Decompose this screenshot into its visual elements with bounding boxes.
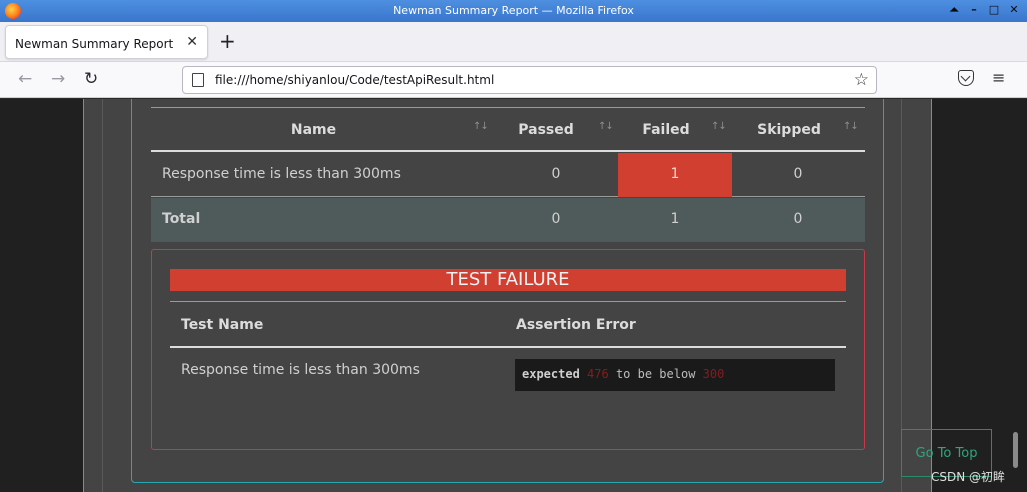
window-controls: ⏶ – □ ✕ [947, 3, 1021, 17]
navigation-bar: ← → ↻ file:///home/shiyanlou/Code/testAp… [0, 62, 1027, 98]
column-header-passed[interactable]: Passed [506, 122, 586, 138]
table-header-row: Name ↑↓ Passed ↑↓ Failed ↑↓ Skipped ↑↓ [151, 108, 865, 152]
total-label: Total [162, 211, 201, 227]
test-failure-panel: TEST FAILURE Test Name Assertion Error R… [151, 249, 865, 450]
test-failure-banner: TEST FAILURE [170, 269, 846, 291]
maximize-window-button[interactable]: □ [987, 3, 1001, 17]
table-divider [170, 346, 846, 348]
sort-icon[interactable]: ↑↓ [843, 121, 859, 132]
column-header-failed[interactable]: Failed [626, 122, 706, 138]
new-tab-button[interactable]: + [219, 31, 236, 51]
row-failed-cell: 1 [670, 166, 680, 182]
tab-label: Newman Summary Report [15, 37, 174, 51]
total-failed-cell: 1 [670, 211, 680, 227]
page-scrollbar[interactable] [1013, 432, 1018, 468]
tab-newman-summary-report[interactable]: Newman Summary Report ✕ [5, 25, 208, 59]
assertion-limit-value: 300 [702, 367, 725, 381]
back-arrow-icon[interactable]: ← [18, 70, 32, 88]
minimize-window-button[interactable]: – [967, 3, 981, 17]
window-title-bar: Newman Summary Report — Mozilla Firefox … [0, 0, 1027, 22]
total-passed-cell: 0 [551, 211, 561, 227]
tab-strip: Newman Summary Report ✕ + [0, 22, 1027, 62]
table-row: Response time is less than 300ms 0 1 0 [151, 153, 865, 197]
csdn-watermark: CSDN @初眸 [931, 470, 1006, 484]
assertion-text: to be below [615, 367, 696, 381]
bookmark-star-icon[interactable]: ☆ [854, 70, 869, 90]
assertion-keyword: expected [522, 367, 580, 381]
sort-icon[interactable]: ↑↓ [711, 121, 727, 132]
row-passed-cell: 0 [551, 166, 561, 182]
forward-arrow-icon[interactable]: → [51, 70, 65, 88]
url-bar[interactable]: file:///home/shiyanlou/Code/testApiResul… [182, 66, 877, 94]
row-skipped-cell: 0 [793, 166, 803, 182]
reload-icon[interactable]: ↻ [84, 70, 98, 88]
assertion-error-code: expected 476 to be below 300 [515, 359, 835, 391]
shade-window-button[interactable]: ⏶ [947, 3, 961, 17]
total-skipped-cell: 0 [793, 211, 803, 227]
sort-icon[interactable]: ↑↓ [473, 121, 489, 132]
column-header-skipped[interactable]: Skipped [749, 122, 829, 138]
page-viewport: Name ↑↓ Passed ↑↓ Failed ↑↓ Skipped ↑↓ R… [0, 99, 1027, 492]
column-header-test-name: Test Name [181, 317, 264, 333]
page-icon [192, 73, 204, 87]
failed-test-name: Response time is less than 300ms [181, 362, 420, 378]
column-header-name[interactable]: Name [251, 122, 376, 138]
pocket-icon[interactable] [958, 70, 974, 86]
hamburger-menu-icon[interactable]: ≡ [992, 68, 1005, 87]
column-header-assertion-error: Assertion Error [516, 317, 636, 333]
close-window-button[interactable]: ✕ [1007, 3, 1021, 17]
total-row: Total 0 1 0 [151, 198, 865, 242]
table-divider [170, 301, 846, 302]
assertion-actual-value: 476 [587, 367, 609, 381]
window-title: Newman Summary Report — Mozilla Firefox [393, 4, 634, 17]
row-name-cell: Response time is less than 300ms [162, 166, 401, 182]
url-text[interactable]: file:///home/shiyanlou/Code/testApiResul… [215, 73, 494, 87]
sort-icon[interactable]: ↑↓ [598, 121, 614, 132]
close-tab-icon[interactable]: ✕ [186, 34, 198, 50]
